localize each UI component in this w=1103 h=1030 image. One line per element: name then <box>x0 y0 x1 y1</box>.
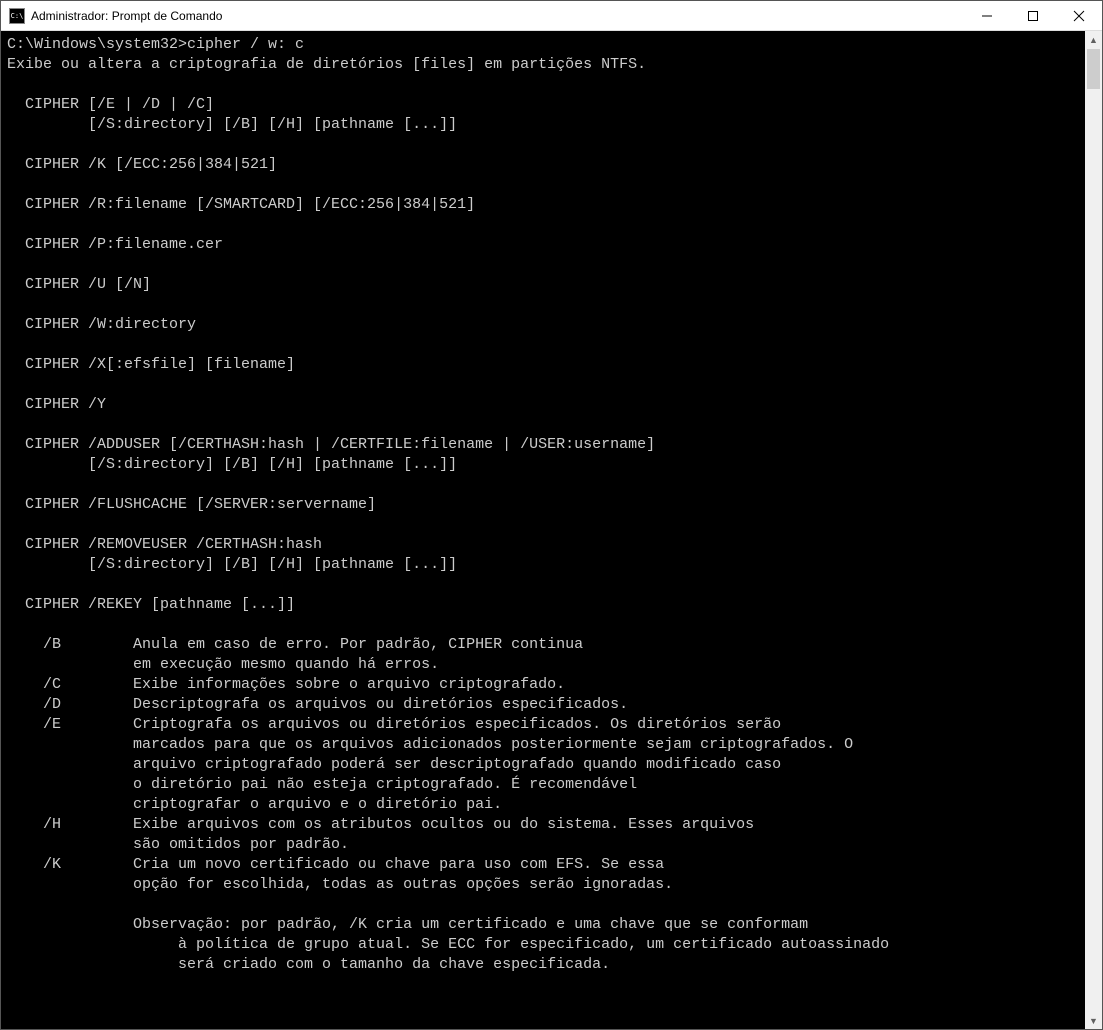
minimize-button[interactable] <box>964 1 1010 31</box>
scroll-up-arrow[interactable]: ▲ <box>1085 31 1102 48</box>
cmd-icon: C:\ <box>9 8 25 24</box>
window-title: Administrador: Prompt de Comando <box>31 9 222 23</box>
titlebar[interactable]: C:\ Administrador: Prompt de Comando <box>1 1 1102 31</box>
maximize-button[interactable] <box>1010 1 1056 31</box>
window: C:\ Administrador: Prompt de Comando C:\… <box>0 0 1103 1030</box>
close-button[interactable] <box>1056 1 1102 31</box>
client-area: C:\Windows\system32>cipher / w: c Exibe … <box>1 31 1102 1029</box>
terminal-output[interactable]: C:\Windows\system32>cipher / w: c Exibe … <box>1 31 1085 1029</box>
scroll-down-arrow[interactable]: ▼ <box>1085 1012 1102 1029</box>
scroll-thumb[interactable] <box>1087 49 1100 89</box>
vertical-scrollbar[interactable]: ▲ ▼ <box>1085 31 1102 1029</box>
